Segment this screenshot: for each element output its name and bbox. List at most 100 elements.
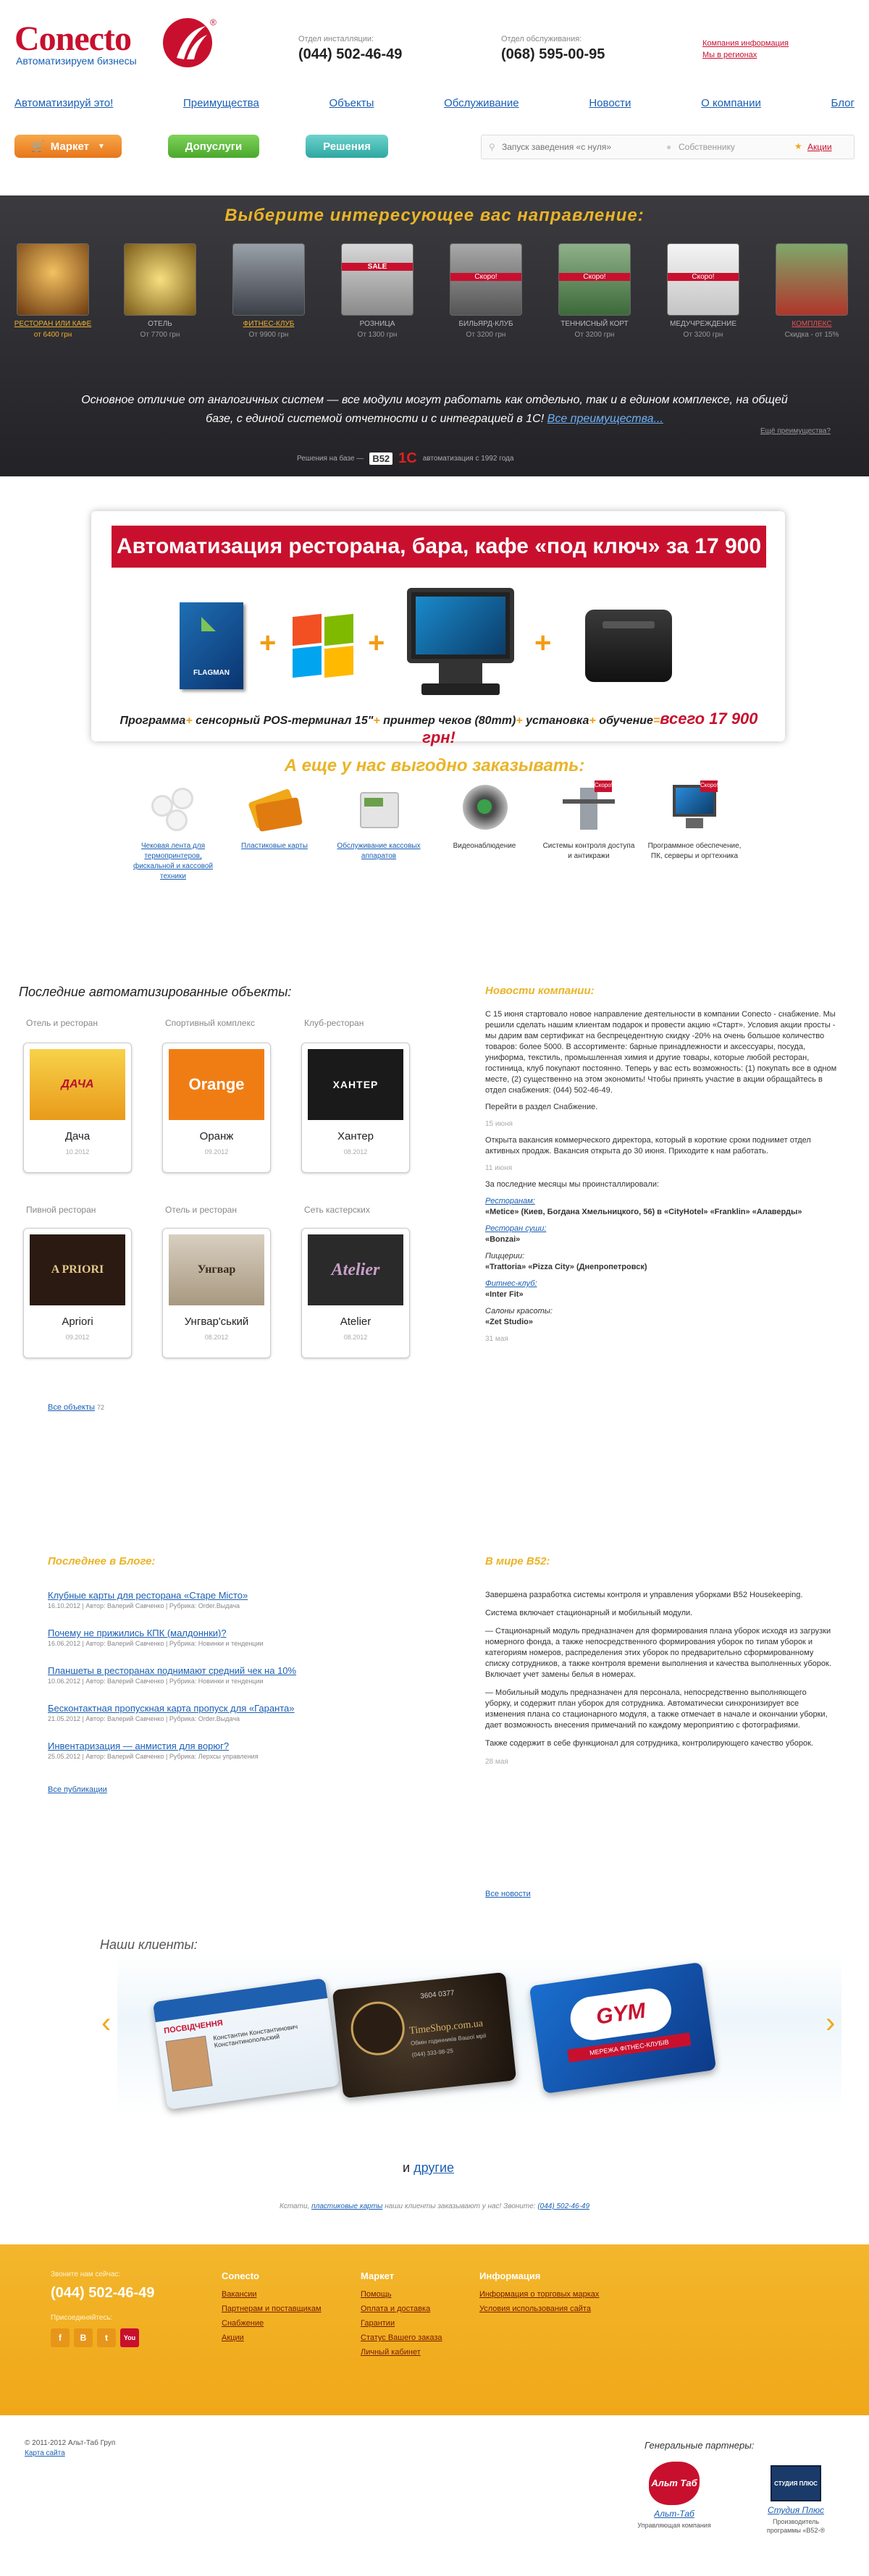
direction-retail[interactable]: SALE РОЗНИЦА От 1300 грн: [330, 243, 424, 339]
search-icon: ⚲: [489, 142, 495, 152]
shield-icon: ●: [666, 142, 672, 152]
nav-service[interactable]: Обслуживание: [444, 97, 519, 109]
b52-title: В мире В52:: [485, 1555, 550, 1567]
object-logo: ДАЧА: [30, 1049, 125, 1120]
other-clients-link[interactable]: другие: [413, 2160, 454, 2175]
all-posts-link[interactable]: Все публикации: [48, 1785, 107, 1794]
direction-fitness[interactable]: ФИТНЕС-КЛУБ От 9900 грн: [222, 243, 316, 339]
company-info-link[interactable]: Компания информация: [702, 39, 789, 48]
footnote-phone-link[interactable]: (044) 502-46-49: [537, 2202, 589, 2210]
youtube-icon[interactable]: You: [120, 2328, 139, 2347]
soon-tag: Скоро!: [668, 273, 739, 281]
facebook-icon[interactable]: f: [51, 2328, 70, 2347]
direction-price: От 3200 грн: [466, 331, 506, 339]
object-card-atelier[interactable]: Atelier Atelier 08.2012: [301, 1228, 410, 1358]
object-card-dacha[interactable]: ДАЧА Дача 10.2012: [23, 1043, 132, 1173]
object-card-ungvar[interactable]: Унгвар Унгвар'ський 08.2012: [162, 1228, 271, 1358]
market-button[interactable]: 🛒 Маркет ▼: [14, 135, 122, 158]
paper-rolls-icon: [144, 780, 202, 835]
logo-text[interactable]: Conecto: [14, 19, 132, 59]
object-card-apriori[interactable]: A PRIORI Apriori 09.2012: [23, 1228, 132, 1358]
header-links: Компания информация Мы в регионах: [702, 39, 789, 62]
footer-link[interactable]: Оплата и доставка: [361, 2304, 442, 2313]
resheniya-button[interactable]: Решения: [306, 135, 388, 158]
sitemap-link[interactable]: Карта сайта: [25, 2449, 65, 2457]
direction-name: ФИТНЕС-КЛУБ: [243, 320, 295, 328]
direction-complex[interactable]: КОМПЛЕКС Скидка - от 15%: [765, 243, 859, 339]
plastic-cards-icon: [245, 780, 303, 835]
footer-link[interactable]: Вакансии: [222, 2290, 322, 2299]
partner-studioplus[interactable]: СТУДИЯ ПЛЮС Студия Плюс Производитель пр…: [756, 2462, 836, 2535]
more-advantages-link[interactable]: Ещё преимущества?: [760, 427, 831, 435]
vk-icon[interactable]: B: [74, 2328, 93, 2347]
blog-item[interactable]: Клубные карты для ресторана «Старе Місто…: [48, 1590, 453, 1609]
footer-link[interactable]: Условия использования сайта: [479, 2304, 599, 2313]
object-category: Пивной ресторан: [26, 1205, 96, 1215]
direction-medical[interactable]: Скоро! МЕДУЧРЕЖДЕНИЕ От 3200 грн: [656, 243, 750, 339]
all-objects-link[interactable]: Все объекты: [48, 1403, 95, 1412]
news-r1[interactable]: Ресторанам:: [485, 1197, 535, 1205]
search-input[interactable]: [502, 140, 661, 154]
direction-price: От 3200 грн: [683, 331, 723, 339]
footer-link[interactable]: Помощь: [361, 2290, 442, 2299]
footer-link[interactable]: Статус Вашего заказа: [361, 2333, 442, 2342]
all-news-link[interactable]: Все новости: [485, 1890, 531, 1898]
social-label: Присоединяйтесь:: [51, 2314, 113, 2322]
hotel-image: [124, 243, 196, 316]
footer-link[interactable]: Гарантии: [361, 2319, 442, 2328]
owner-link[interactable]: Собственнику: [679, 142, 735, 152]
service-receipt-paper[interactable]: Чековая лента для термопринтеров, фискал…: [126, 780, 220, 882]
nav-automate[interactable]: Автоматизируй это!: [14, 97, 113, 109]
direction-tennis[interactable]: Скоро! ТЕННИСНЫЙ КОРТ От 3200 грн: [547, 243, 642, 339]
object-logo: Унгвар: [169, 1234, 264, 1305]
service-software[interactable]: Скоро! Программное обеспечение, ПК, серв…: [647, 780, 742, 862]
footer-link[interactable]: Партнерам и поставщикам: [222, 2304, 322, 2313]
plastic-cards-link[interactable]: пластиковые карты: [311, 2202, 382, 2210]
footer-link[interactable]: Информация о торговых марках: [479, 2290, 599, 2299]
clients-title: Наши клиенты:: [100, 1937, 198, 1952]
blog-item[interactable]: Инвентаризация — анмистия для ворюг? 25.0…: [48, 1741, 453, 1760]
nav-objects[interactable]: Объекты: [329, 97, 374, 109]
footer-link[interactable]: Акции: [222, 2333, 322, 2342]
nav-blog[interactable]: Блог: [831, 97, 855, 109]
direction-name: ОТЕЛЬ: [148, 320, 172, 328]
footer-link[interactable]: Личный кабинет: [361, 2348, 442, 2357]
regions-link[interactable]: Мы в регионах: [702, 51, 789, 59]
carousel-next-icon[interactable]: ›: [826, 2007, 835, 2040]
twitter-icon[interactable]: t: [97, 2328, 116, 2347]
service-cash-registers[interactable]: Обслуживание кассовых аппаратов: [332, 780, 426, 862]
nav-news[interactable]: Новости: [589, 97, 631, 109]
partner-alttab[interactable]: Альт Таб Альт-Таб Управляющая компания: [634, 2462, 714, 2530]
tennis-image: Скоро!: [558, 243, 631, 316]
footer-link[interactable]: Снабжение: [222, 2319, 322, 2328]
service-plastic-cards[interactable]: Пластиковые карты: [227, 780, 322, 851]
object-card-orange[interactable]: Orange Оранж 09.2012: [162, 1043, 271, 1173]
soon-tag: Скоро!: [559, 273, 630, 281]
actions-link[interactable]: Акции: [807, 142, 832, 152]
all-advantages-link[interactable]: Все преимущества...: [547, 413, 663, 425]
direction-billiard[interactable]: Скоро! БИЛЬЯРД-КЛУБ От 3200 грн: [439, 243, 533, 339]
direction-hotel[interactable]: ОТЕЛЬ От 7700 грн: [113, 243, 207, 339]
dopuslugi-button[interactable]: Допуслуги: [168, 135, 259, 158]
copyright: © 2011-2012 Альт-Таб Груп Карта сайта: [25, 2439, 116, 2457]
nav-about[interactable]: О компании: [701, 97, 761, 109]
object-name: Apriori: [62, 1316, 93, 1328]
object-logo: Orange: [169, 1049, 264, 1120]
news-r2[interactable]: Ресторан суши:: [485, 1224, 546, 1233]
also-title: А еще у нас выгодно заказывать:: [284, 756, 585, 775]
direction-restaurant[interactable]: РЕСТОРАН ИЛИ КАФЕ от 6400 грн: [6, 243, 100, 339]
receipt-printer-icon: [585, 602, 672, 682]
nav-advantages[interactable]: Преимущества: [183, 97, 259, 109]
object-card-hunter[interactable]: ХАНТЕР Хантер 08.2012: [301, 1043, 410, 1173]
blog-item[interactable]: Планшеты в ресторанах поднимают средний …: [48, 1665, 453, 1685]
logo-tagline: Автоматизируем бизнесы: [16, 55, 137, 67]
object-date: 10.2012: [65, 1148, 90, 1156]
turnstile-icon: Скоро!: [560, 780, 618, 835]
news-r4[interactable]: Фитнес-клуб:: [485, 1279, 537, 1288]
service-access-control[interactable]: Скоро! Системы контроля доступа и антикр…: [542, 780, 636, 862]
service-video[interactable]: Видеонаблюдение: [437, 780, 532, 851]
blog-item[interactable]: Почему не прижились КПК (малдоннки)? 16.0…: [48, 1628, 453, 1647]
blog-item[interactable]: Бесконтактная пропускная карта пропуск д…: [48, 1703, 453, 1722]
phone2: (068) 595-00-95: [501, 46, 605, 62]
carousel-prev-icon[interactable]: ‹: [101, 2007, 111, 2040]
